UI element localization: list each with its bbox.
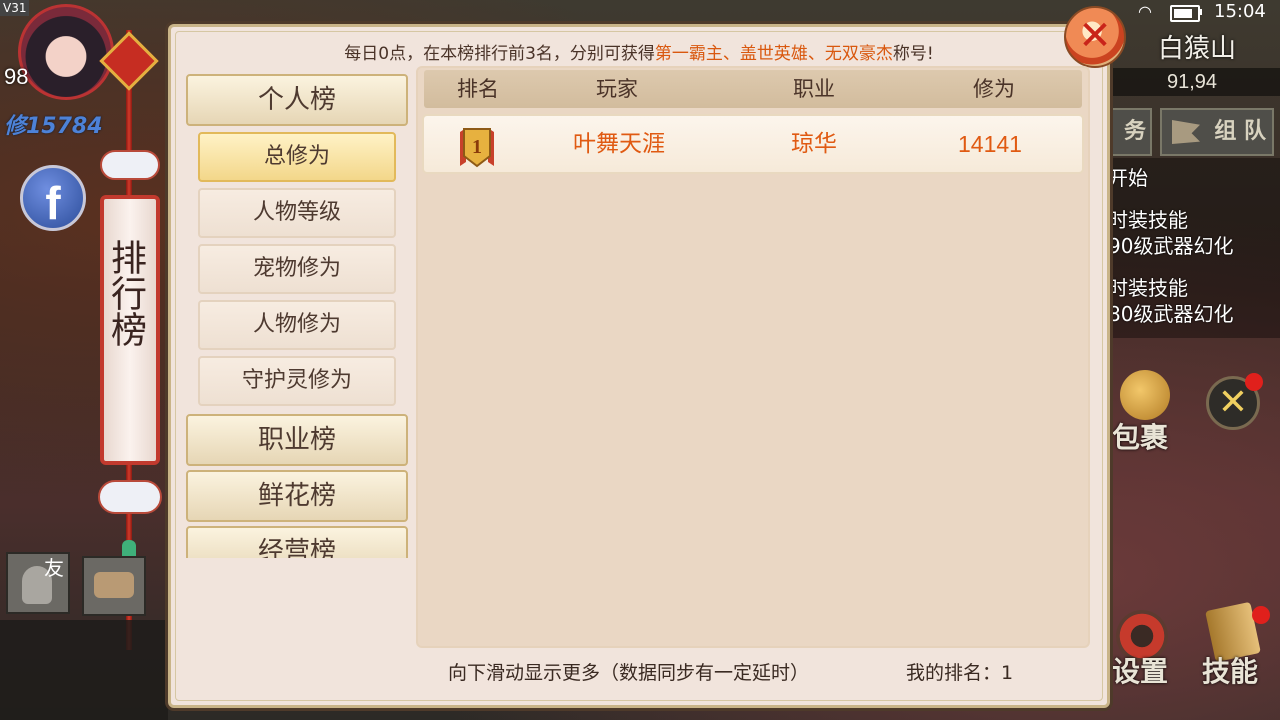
quest-line[interactable]: 开始 [1108, 162, 1148, 191]
flag-icon [1172, 120, 1200, 144]
map-name: 白猿山 [1158, 34, 1237, 64]
player-level: 98 [4, 64, 29, 89]
status-bar: ◠ 15:04 [1100, 0, 1280, 24]
wifi-icon: ◠ [1138, 2, 1152, 21]
subcategory-guardian-cultivation[interactable]: 守护灵修为 [198, 356, 396, 406]
facebook-icon[interactable]: f [20, 165, 86, 231]
tab-quests[interactable]: 务 [1104, 108, 1152, 156]
chat-button[interactable] [82, 556, 146, 616]
chat-icon [94, 572, 134, 598]
reward-notice-suffix: 称号! [892, 44, 934, 64]
battery-icon [1170, 5, 1200, 22]
row-player-name[interactable]: 叶舞天涯 [554, 116, 684, 172]
rank-medal-icon: 1 [460, 128, 494, 168]
friends-label: 友 [44, 556, 64, 580]
subcategory-character-cultivation[interactable]: 人物修为 [198, 300, 396, 350]
ranking-table-header: 排名 玩家 职业 修为 [424, 70, 1082, 108]
cloud-ornament-icon [100, 150, 160, 180]
close-icon: ✕ [1217, 382, 1249, 423]
skills-button[interactable]: 技能 [1198, 601, 1272, 690]
my-rank: 我的排名：1 [906, 662, 1014, 684]
version-label: V31 [0, 0, 30, 16]
quest-line[interactable]: 时装技能 [1108, 272, 1188, 301]
hud-close-button[interactable]: ✕ [1206, 373, 1263, 430]
category-personal[interactable]: 个人榜 [186, 74, 408, 126]
close-icon: ✕ [1078, 13, 1112, 59]
tab-team-label: 组 队 [1214, 119, 1266, 144]
header-player: 玩家 [596, 77, 638, 101]
quest-line[interactable]: 时装技能 [1108, 204, 1188, 233]
bag-icon [1120, 370, 1170, 420]
scroll-hint: 向下滑动显示更多（数据同步有一定延时） [448, 662, 810, 684]
bag-label: 包裹 [1112, 421, 1169, 454]
category-nav[interactable]: 个人榜 总修为 人物等级 宠物修为 人物修为 守护灵修为 职业榜 鲜花榜 经营榜 [184, 70, 412, 558]
header-rank: 排名 [457, 77, 499, 101]
subcategory-total-cultivation[interactable]: 总修为 [198, 132, 396, 182]
status-clock: 15:04 [1214, 1, 1266, 22]
rank-medal-number: 1 [472, 136, 482, 158]
table-row[interactable]: 1 叶舞天涯 琼华 14141 [422, 114, 1084, 174]
header-cultivation: 修为 [973, 77, 1015, 101]
header-profession: 职业 [793, 77, 835, 101]
category-flowers[interactable]: 鲜花榜 [186, 470, 408, 522]
reward-notice-prefix: 每日0点，在本榜排行前3名，分别可获得 [344, 44, 655, 64]
row-profession: 琼华 [791, 131, 837, 157]
settings-label: 设置 [1112, 655, 1169, 688]
battery-tip [1199, 9, 1202, 15]
ranking-banner-title: 排行榜 [105, 239, 146, 347]
notification-dot [1252, 606, 1270, 624]
reward-notice-titles: 第一霸主、盖世英雄、无双豪杰 [654, 44, 893, 64]
subcategory-pet-cultivation[interactable]: 宠物修为 [198, 244, 396, 294]
subcategory-character-level[interactable]: 人物等级 [198, 188, 396, 238]
cloud-ornament-icon [98, 480, 162, 514]
chat-panel [0, 620, 168, 720]
bag-button[interactable]: 包裹 [1110, 370, 1176, 454]
skills-label: 技能 [1202, 655, 1259, 688]
map-coordinates: 91,94 [1104, 68, 1280, 96]
ranking-scroll-banner: 排行榜 [100, 195, 160, 465]
row-cultivation: 14141 [958, 131, 1022, 157]
quest-line[interactable]: 90级武器幻化 [1108, 230, 1233, 259]
quest-line[interactable]: 80级武器幻化 [1108, 298, 1233, 327]
cultivation-readout: 修15784 [4, 114, 103, 139]
tab-team[interactable]: 组 队 [1160, 108, 1274, 156]
settings-button[interactable]: 设置 [1108, 610, 1178, 690]
notification-dot [1245, 373, 1263, 391]
reward-notice: 每日0点，在本榜排行前3名，分别可获得第一霸主、盖世英雄、无双豪杰称号! [171, 39, 1107, 64]
category-business[interactable]: 经营榜 [186, 526, 408, 558]
category-profession[interactable]: 职业榜 [186, 414, 408, 466]
window-close-button[interactable]: ✕ [1064, 6, 1126, 68]
